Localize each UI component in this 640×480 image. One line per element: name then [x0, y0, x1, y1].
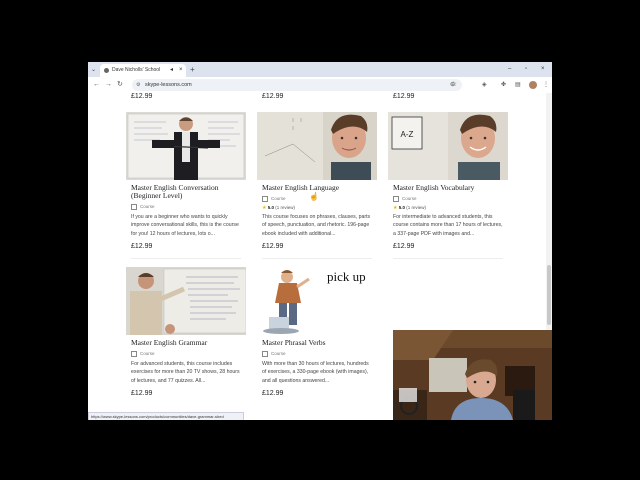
puzzle-icon[interactable]: ✤ — [501, 80, 506, 90]
course-type-badge: Course — [131, 351, 155, 357]
rating-count: (1 review) — [406, 205, 427, 210]
course-type-label: Course — [140, 351, 155, 357]
course-title[interactable]: Master English Language — [262, 184, 374, 192]
course-icon — [393, 196, 399, 202]
pick-up-text: pick up — [327, 269, 366, 284]
course-type-badge: Course — [262, 351, 286, 357]
course-type-label: Course — [271, 196, 286, 202]
course-title[interactable]: Master Phrasal Verbs — [262, 339, 374, 347]
card-divider — [131, 258, 241, 259]
course-price: £12.99 — [131, 243, 153, 250]
tab-close-icon[interactable]: × — [179, 64, 183, 77]
tab-title: Dave Nicholls' School — [112, 67, 161, 73]
hand-cursor-icon: ☝ — [309, 192, 319, 201]
scrollbar-thumb[interactable] — [547, 265, 551, 325]
course-price: £12.99 — [393, 243, 415, 250]
address-bar[interactable]: ⚙ skype-lessons.com ⊖ ☆ — [132, 79, 462, 91]
new-tab-icon[interactable]: + — [190, 64, 195, 76]
course-description: If you are a beginner who wants to quick… — [131, 214, 239, 237]
course-icon — [131, 204, 137, 210]
course-title[interactable]: Master English Conversation (Beginner Le… — [131, 184, 243, 200]
url-text: skype-lessons.com — [145, 82, 192, 88]
price-top-3: £12.99 — [393, 93, 415, 100]
course-thumbnail[interactable] — [126, 267, 246, 335]
az-card-text: A-Z — [401, 130, 414, 139]
bookmark-star-icon[interactable]: ☆ — [451, 79, 457, 91]
tab-search-icon[interactable]: ⌄ — [91, 64, 96, 76]
course-description: For advanced students, this course inclu… — [131, 361, 240, 384]
maximize-icon[interactable]: ▫ — [525, 64, 527, 75]
profile-avatar[interactable] — [529, 81, 537, 89]
forward-icon[interactable]: → — [105, 79, 112, 91]
course-icon — [262, 196, 268, 202]
course-thumbnail[interactable] — [257, 112, 377, 180]
extension-icon[interactable]: ◈ — [482, 80, 487, 90]
course-title[interactable]: Master English Grammar — [131, 339, 243, 347]
course-description: This course focuses on phrases, clauses,… — [262, 214, 371, 237]
course-rating: ★ 5.0 (1 review) — [262, 205, 295, 211]
card-divider — [393, 258, 503, 259]
course-thumbnail[interactable]: A-Z — [388, 112, 508, 180]
rating-count: (1 review) — [275, 205, 296, 210]
rating-value: 5.0 — [267, 205, 275, 210]
course-type-label: Course — [140, 204, 155, 210]
star-icon: ★ — [262, 205, 267, 211]
status-bar-url: https://www.skype-lessons.com/products/c… — [88, 412, 244, 420]
tab-strip: ⌄ Dave Nicholls' School ◂ × + – ▫ × — [88, 62, 552, 77]
close-window-icon[interactable]: × — [541, 64, 545, 75]
course-type-badge: Course — [393, 196, 417, 202]
course-thumbnail[interactable] — [126, 112, 246, 180]
course-price: £12.99 — [131, 390, 153, 397]
tab-active[interactable]: Dave Nicholls' School ◂ × — [100, 64, 186, 77]
browser-toolbar: ← → ↻ ⚙ skype-lessons.com ⊖ ☆ ◈ ✤ ▤ ⋮ — [88, 77, 552, 94]
back-icon[interactable]: ← — [93, 79, 100, 91]
course-thumbnail[interactable]: pick up — [257, 267, 377, 335]
course-type-label: Course — [402, 196, 417, 202]
course-rating: ★ 5.0 (1 review) — [393, 205, 426, 211]
menu-icon[interactable]: ⋮ — [543, 80, 549, 90]
reload-icon[interactable]: ↻ — [117, 79, 123, 91]
webcam-overlay — [393, 330, 552, 420]
course-type-label: Course — [271, 351, 286, 357]
course-type-badge: Course — [131, 204, 155, 210]
minimize-icon[interactable]: – — [508, 64, 511, 75]
price-top-1: £12.99 — [131, 93, 153, 100]
card-divider — [262, 258, 372, 259]
course-price: £12.99 — [262, 243, 284, 250]
course-price: £12.99 — [262, 390, 284, 397]
course-icon — [131, 351, 137, 357]
course-title[interactable]: Master English Vocabulary — [393, 184, 505, 192]
course-description: With more than 30 hours of lectures, hun… — [262, 361, 369, 384]
site-info-icon[interactable]: ⚙ — [136, 79, 140, 91]
course-icon — [262, 351, 268, 357]
star-icon: ★ — [393, 205, 398, 211]
course-type-badge: Course — [262, 196, 286, 202]
price-top-2: £12.99 — [262, 93, 284, 100]
tab-audio-icon[interactable]: ◂ — [170, 64, 173, 77]
course-description: For intermediate to advanced students, t… — [393, 214, 503, 237]
favicon-icon — [104, 68, 109, 73]
rating-value: 5.0 — [398, 205, 406, 210]
sidepanel-icon[interactable]: ▤ — [515, 80, 521, 90]
